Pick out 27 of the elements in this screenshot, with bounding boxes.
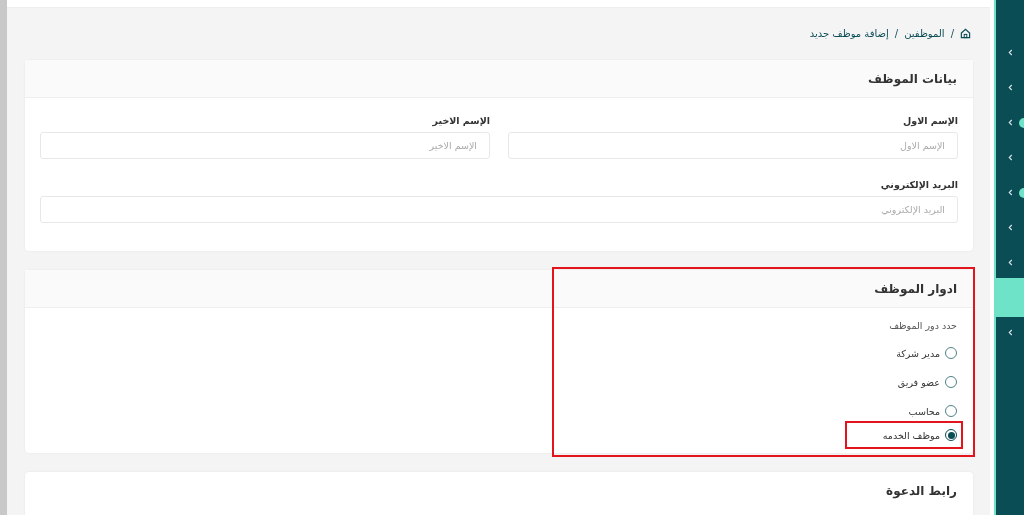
- chevron-icon: [1007, 49, 1013, 56]
- card-title: رابط الدعوة: [886, 483, 957, 498]
- chevron-icon: [1007, 84, 1013, 91]
- breadcrumb-link[interactable]: الموظفين: [904, 27, 945, 39]
- role-radio-option[interactable]: محاسب: [870, 400, 963, 422]
- breadcrumb-separator: /: [950, 27, 954, 39]
- role-radio-option[interactable]: عضو فريق: [859, 371, 963, 393]
- role-radio-option[interactable]: مدير شركة: [858, 342, 963, 364]
- card-title: بيانات الموظف: [868, 71, 957, 86]
- chevron-icon: [1007, 329, 1013, 336]
- chevron-icon: [1007, 154, 1013, 161]
- input-field[interactable]: البريد الإلكتروني: [40, 196, 958, 223]
- field-label: الإسم الاول: [902, 115, 958, 126]
- input-field[interactable]: الإسم الاول: [508, 132, 958, 159]
- roles-prompt: حدد دور الموظف: [888, 320, 957, 331]
- field-label: الإسم الاخير: [431, 115, 490, 126]
- breadcrumb-link[interactable]: إضافة موظف جديد: [809, 27, 889, 39]
- chevron-icon: [1007, 119, 1013, 126]
- breadcrumb-separator: /: [894, 27, 899, 39]
- role-radio-option[interactable]: موظف الخدمه: [844, 421, 963, 449]
- chevron-icon: [1007, 189, 1013, 196]
- card-title: ادوار الموظف: [874, 281, 957, 296]
- field-label: البريد الإلكتروني: [879, 179, 958, 190]
- input-field[interactable]: الإسم الاخير: [40, 132, 490, 159]
- home-icon[interactable]: [960, 27, 971, 39]
- chevron-icon: [1007, 224, 1013, 231]
- chevron-icon: [1007, 259, 1013, 266]
